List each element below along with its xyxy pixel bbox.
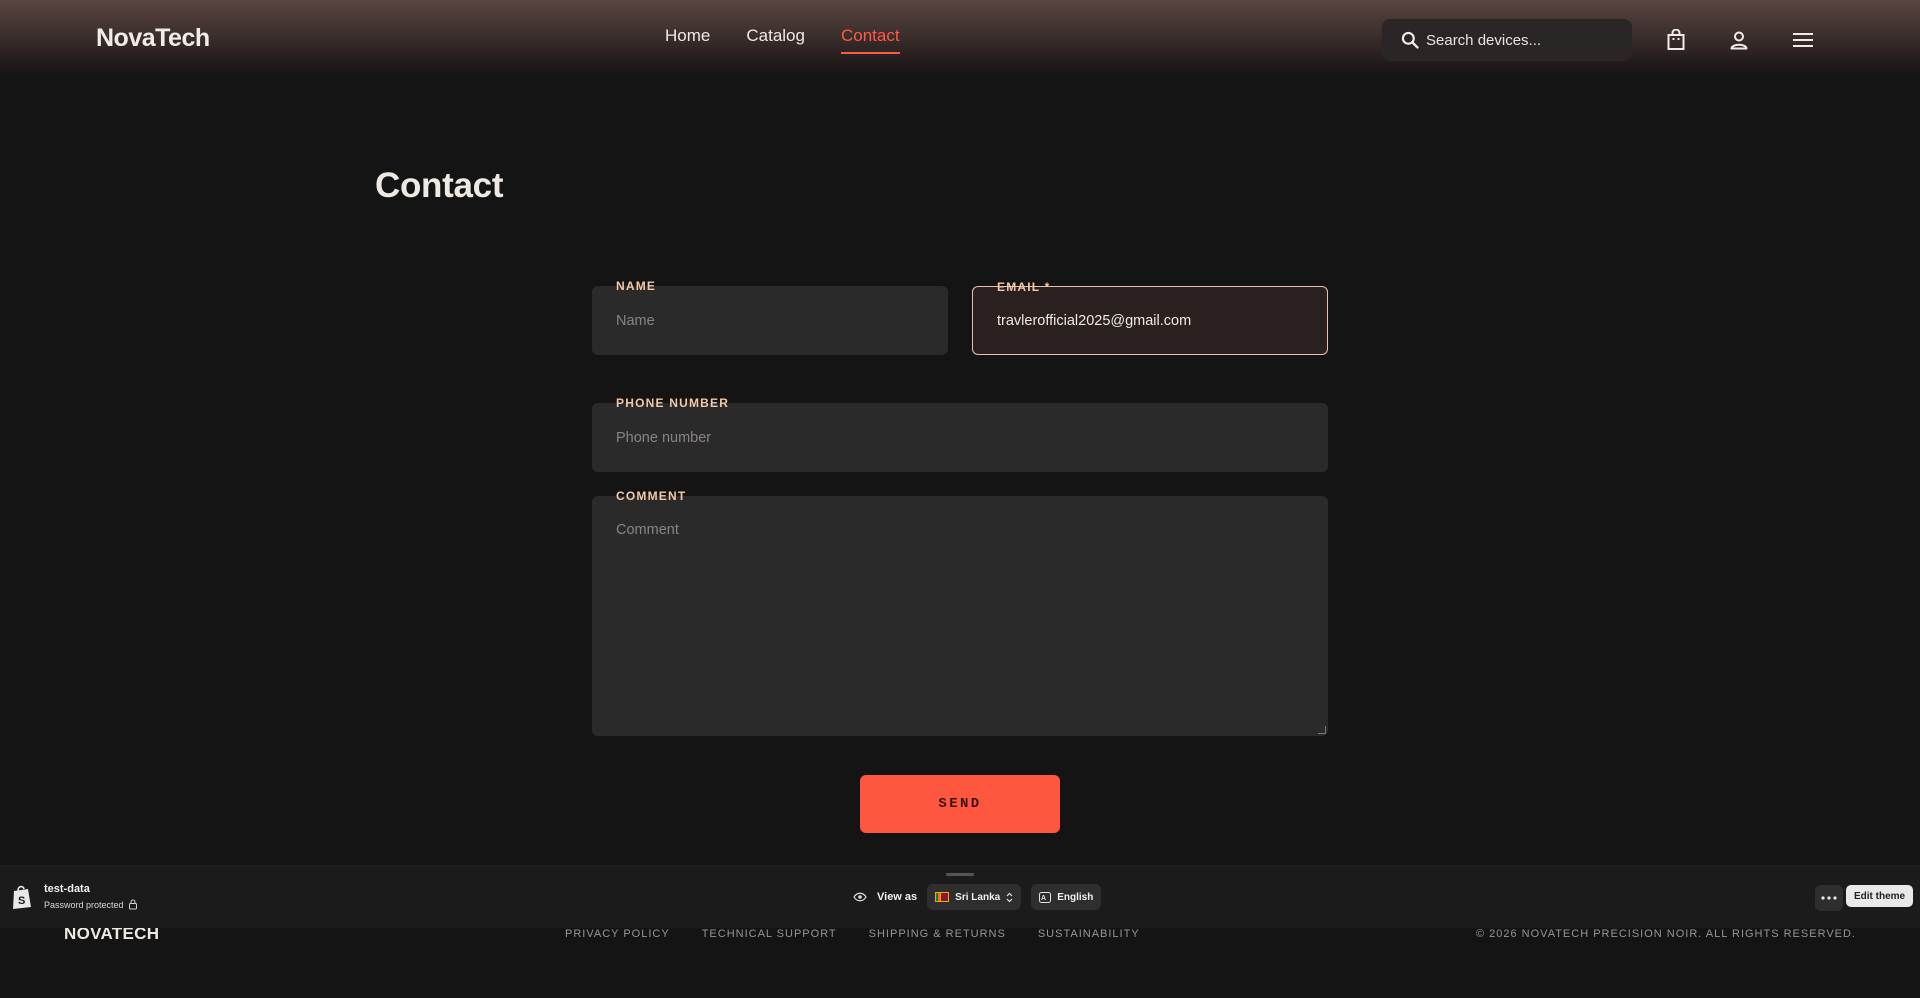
view-as-label: View as (877, 891, 918, 903)
country-selector[interactable]: Sri Lanka (927, 884, 1022, 910)
copyright-text: © 2026 NOVATECH PRECISION NOIR. ALL RIGH… (1475, 928, 1856, 940)
edit-theme-button[interactable]: Edit theme (1846, 885, 1914, 907)
name-field[interactable]: NAME (592, 279, 948, 355)
resize-grip-icon[interactable] (1318, 726, 1326, 734)
nav-home[interactable]: Home (665, 26, 710, 54)
store-status: Password protected (44, 899, 138, 910)
search-icon (1401, 31, 1419, 49)
user-icon[interactable] (1726, 27, 1752, 53)
name-input[interactable] (592, 286, 948, 355)
more-options-button[interactable] (1815, 885, 1843, 911)
lock-icon (128, 899, 137, 910)
drag-handle[interactable] (946, 873, 974, 876)
footer-link-shipping[interactable]: SHIPPING & RETURNS (869, 928, 1006, 940)
site-logo[interactable]: NovaTech (96, 24, 210, 53)
footer-link-sustainability[interactable]: SUSTAINABILITY (1038, 928, 1140, 940)
search-input[interactable] (1426, 31, 1626, 49)
menu-icon[interactable] (1790, 27, 1816, 53)
country-label: Sri Lanka (955, 891, 1001, 903)
footer-links: PRIVACY POLICY TECHNICAL SUPPORT SHIPPIN… (565, 928, 1172, 940)
phone-field[interactable]: PHONE NUMBER (592, 396, 1328, 472)
footer-link-privacy[interactable]: PRIVACY POLICY (565, 928, 670, 940)
store-status-text: Password protected (44, 899, 124, 910)
email-field[interactable]: EMAIL * (972, 280, 1328, 355)
main-nav: Home Catalog Contact (665, 26, 936, 54)
nav-contact[interactable]: Contact (840, 26, 900, 54)
site-header: NovaTech Home Catalog Contact (0, 0, 1920, 80)
send-button[interactable]: SEND (860, 775, 1060, 833)
view-as-group: View as Sri Lanka A English (853, 884, 1102, 910)
page-title: Contact (375, 166, 504, 205)
phone-input[interactable] (592, 403, 1328, 472)
chevron-up-down-icon (1006, 892, 1013, 902)
svg-text:S: S (18, 895, 25, 907)
comment-field[interactable]: COMMENT (592, 489, 1328, 736)
language-label: English (1057, 891, 1094, 903)
more-horizontal-icon (1821, 896, 1837, 900)
comment-textarea[interactable] (592, 496, 1328, 736)
email-input[interactable] (973, 287, 1327, 354)
nav-catalog[interactable]: Catalog (746, 26, 805, 54)
shopping-bag-icon[interactable] (1663, 27, 1689, 53)
preview-bar: S test-data Password protected View as S… (0, 865, 1920, 928)
sri-lanka-flag-icon (935, 892, 950, 902)
translate-icon: A (1039, 891, 1052, 903)
footer-link-support[interactable]: TECHNICAL SUPPORT (702, 928, 837, 940)
store-name: test-data (44, 883, 90, 895)
language-selector[interactable]: A English (1031, 884, 1102, 910)
eye-icon (853, 892, 867, 902)
shopify-bag-icon: S (13, 885, 31, 909)
svg-text:A: A (1041, 895, 1046, 902)
search-box[interactable] (1382, 19, 1632, 61)
